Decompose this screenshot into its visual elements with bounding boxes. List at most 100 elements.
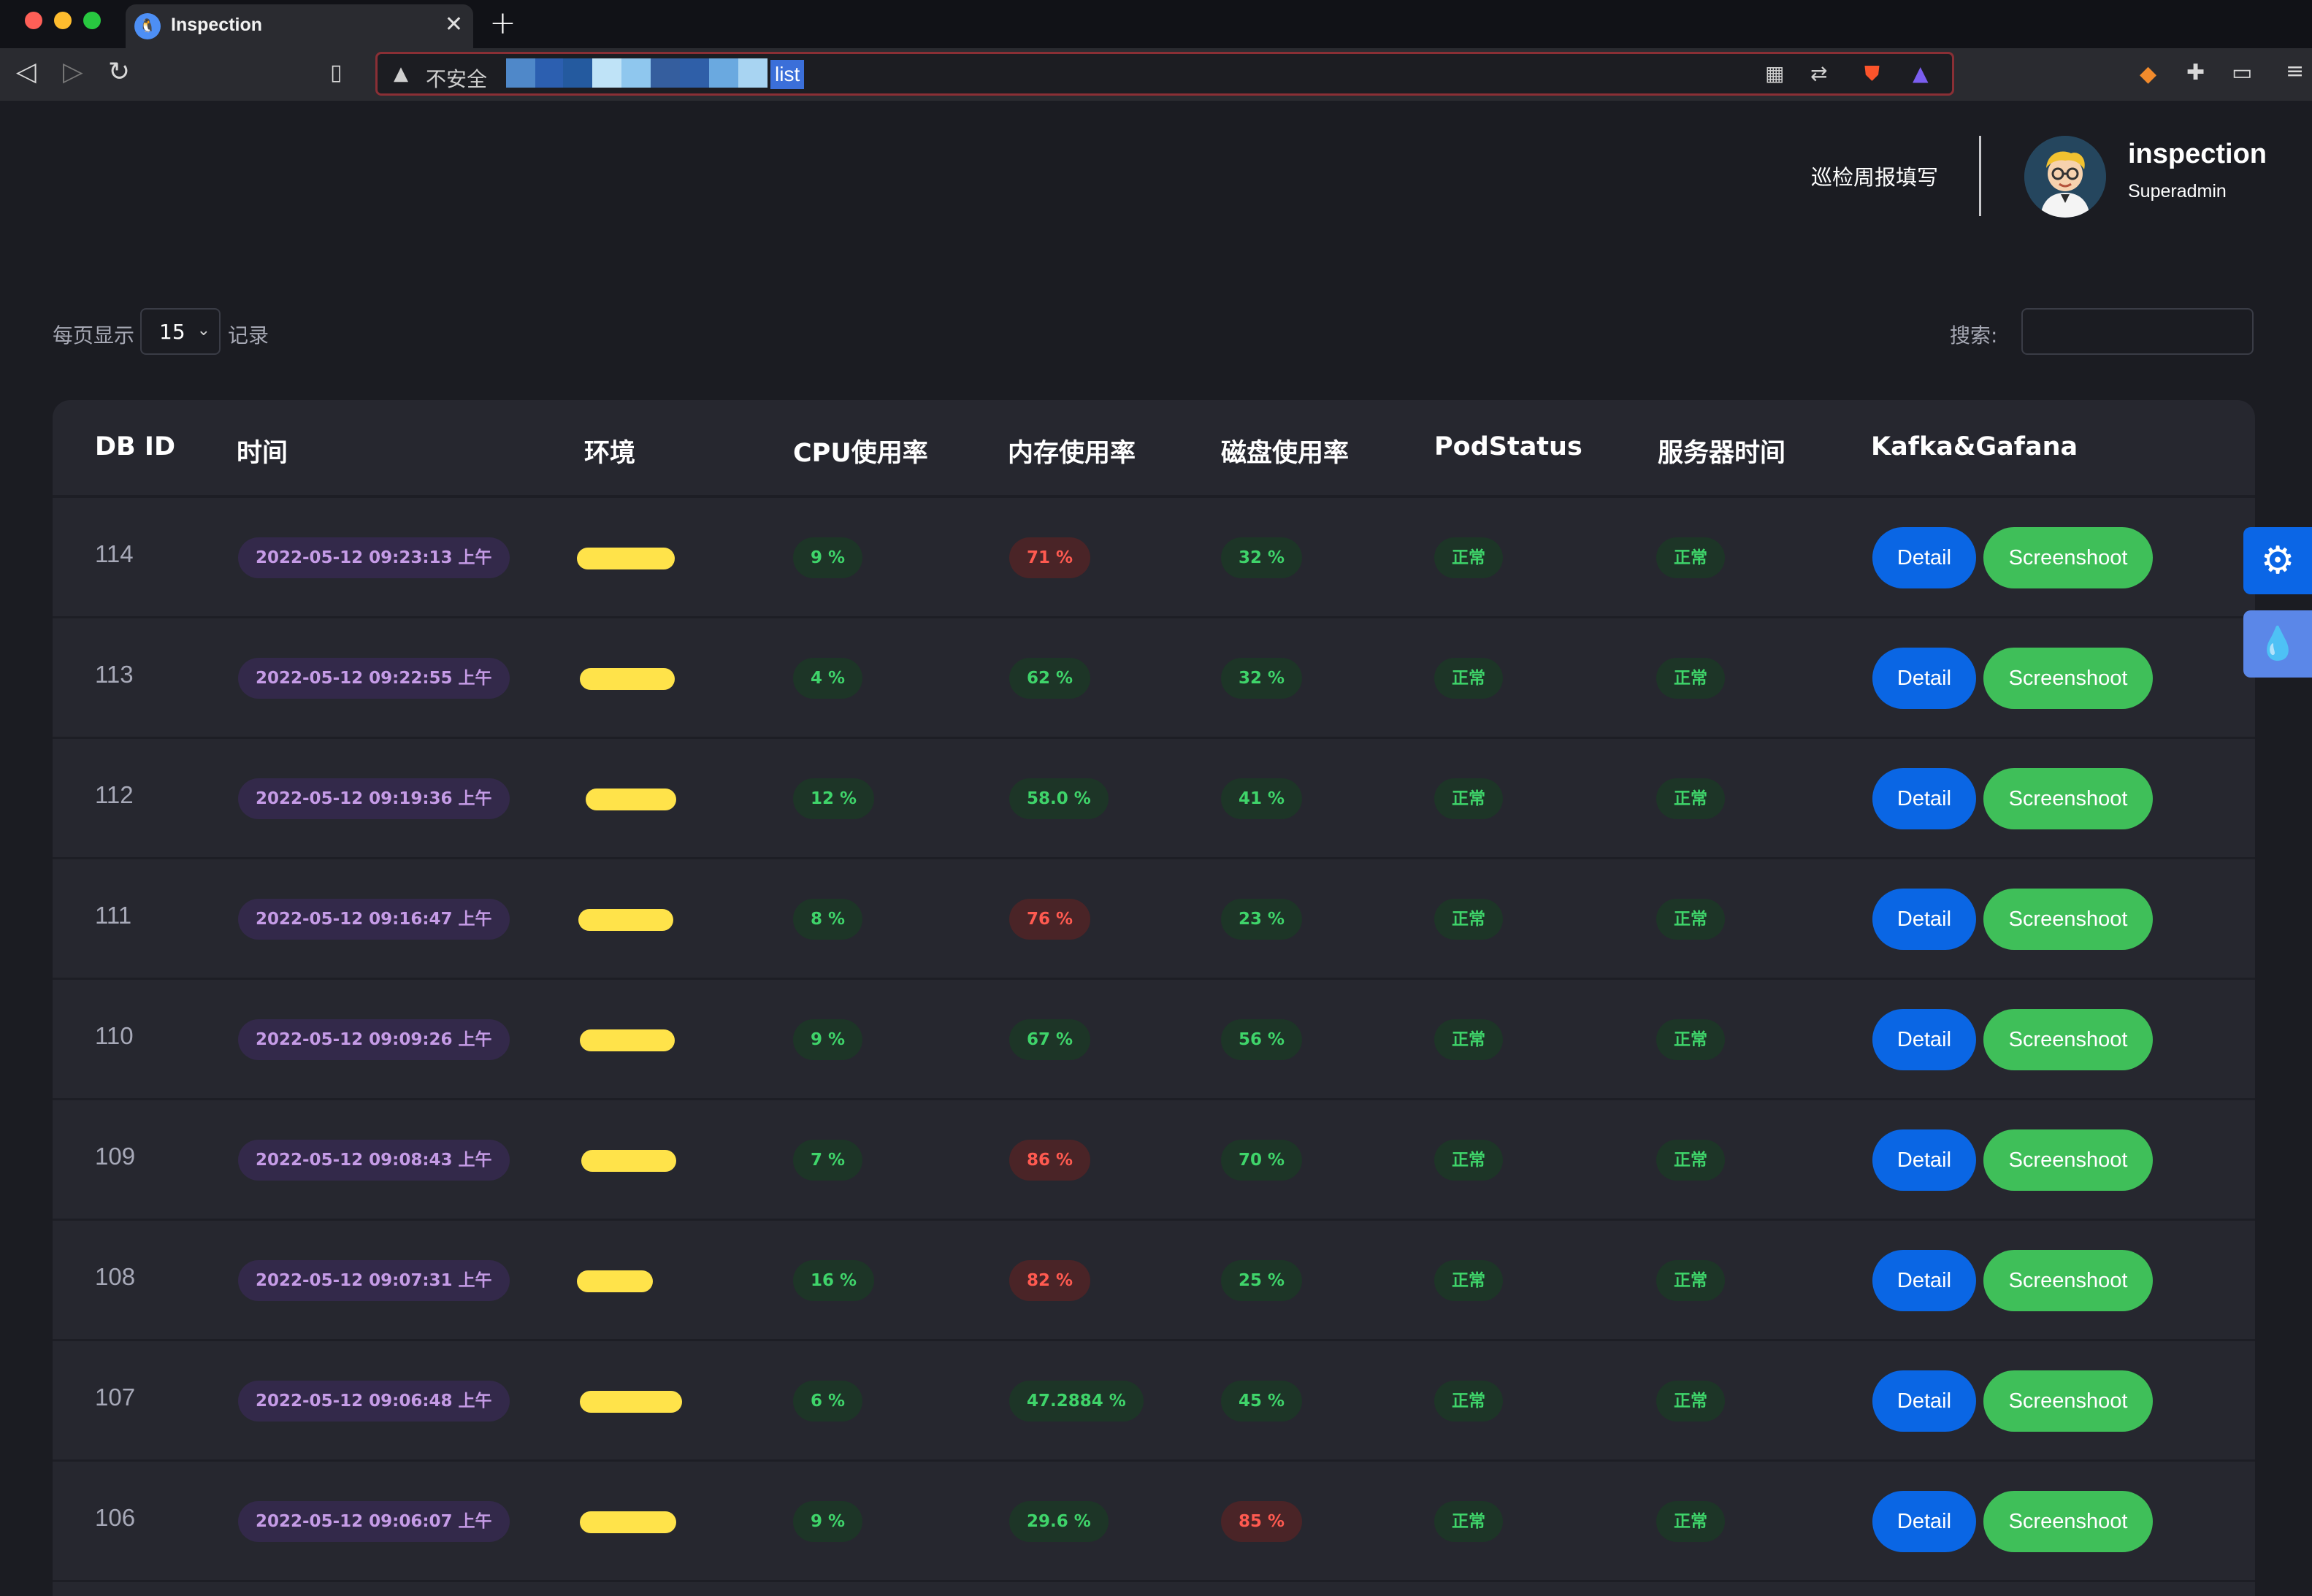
- back-icon[interactable]: ◁: [16, 57, 37, 87]
- detail-button[interactable]: Detail: [1872, 768, 1976, 829]
- cell-db-id: 109: [95, 1143, 136, 1170]
- gear-icon[interactable]: ⚙: [2243, 527, 2312, 594]
- browser-tab-bar: 🐧 Inspection ✕ +: [0, 0, 2312, 48]
- cell-cpu-badge: 4 %: [793, 658, 863, 699]
- detail-button[interactable]: Detail: [1872, 648, 1976, 709]
- screenshot-button[interactable]: Screenshoot: [1983, 527, 2153, 588]
- env-redaction: [586, 789, 676, 810]
- url-redaction: [506, 58, 535, 88]
- cell-cpu-badge: 9 %: [793, 1019, 863, 1060]
- table-header: DB ID 时间 环境 CPU使用率 内存使用率 磁盘使用率 PodStatus…: [53, 400, 2255, 498]
- tab-close-icon[interactable]: ✕: [445, 12, 463, 37]
- cell-db-id: 114: [95, 540, 134, 567]
- window-close-button[interactable]: [25, 12, 42, 29]
- detail-button[interactable]: Detail: [1872, 527, 1976, 588]
- column-header-disk[interactable]: 磁盘使用率: [1221, 432, 1349, 469]
- table-row: 108 2022-05-12 09:07:31 上午 16 % 82 % 25 % 正常 正…: [53, 1221, 2255, 1341]
- screenshot-button[interactable]: Screenshoot: [1983, 1129, 2153, 1191]
- wallet-icon[interactable]: ▭: [2232, 60, 2252, 85]
- cell-time-badge: 2022-05-12 09:08:43 上午: [238, 1140, 510, 1181]
- search-input[interactable]: [2021, 308, 2254, 355]
- page-length-select[interactable]: 15 ⌄: [140, 308, 221, 355]
- screenshot-button[interactable]: Screenshoot: [1983, 768, 2153, 829]
- cell-memory-badge: 67 %: [1009, 1019, 1091, 1060]
- detail-button[interactable]: Detail: [1872, 1370, 1976, 1432]
- detail-button[interactable]: Detail: [1872, 889, 1976, 950]
- table-row: 114 2022-05-12 09:23:13 上午 9 % 71 % 32 % 正常 正常…: [53, 498, 2255, 618]
- screenshot-button[interactable]: Screenshoot: [1983, 1009, 2153, 1070]
- cell-db-id: 107: [95, 1384, 136, 1411]
- env-redaction: [580, 1511, 676, 1533]
- security-status: 不安全: [426, 67, 488, 91]
- brave-shield-icon[interactable]: ⛊: [1864, 61, 1880, 86]
- screenshot-button[interactable]: Screenshoot: [1983, 1250, 2153, 1311]
- cell-server-time-badge: 正常: [1656, 778, 1725, 819]
- cell-db-id: 113: [95, 661, 134, 688]
- cell-server-time-badge: 正常: [1656, 1140, 1725, 1181]
- metamask-icon[interactable]: ◆: [2140, 61, 2156, 87]
- menu-icon[interactable]: ≡: [2286, 58, 2304, 84]
- cell-cpu-badge: 9 %: [793, 1501, 863, 1542]
- cell-time-badge: 2022-05-12 09:09:26 上午: [238, 1019, 510, 1060]
- cell-time-badge: 2022-05-12 09:06:07 上午: [238, 1501, 510, 1542]
- window-minimize-button[interactable]: [54, 12, 72, 29]
- reload-icon[interactable]: ↻: [108, 57, 130, 87]
- cell-disk-badge: 56 %: [1221, 1019, 1303, 1060]
- avatar[interactable]: [2024, 136, 2106, 218]
- detail-button[interactable]: Detail: [1872, 1250, 1976, 1311]
- screenshot-button[interactable]: Screenshoot: [1983, 1370, 2153, 1432]
- cell-podstatus-badge: 正常: [1434, 1019, 1503, 1060]
- env-redaction: [580, 668, 675, 690]
- column-header-db-id[interactable]: DB ID: [95, 432, 175, 461]
- cell-cpu-badge: 8 %: [793, 899, 863, 940]
- cell-disk-badge: 85 %: [1221, 1501, 1303, 1542]
- weekly-report-link[interactable]: 巡检周报填写: [1811, 161, 1938, 191]
- env-redaction: [578, 909, 673, 931]
- cell-disk-badge: 32 %: [1221, 537, 1303, 578]
- address-bar[interactable]: ▲ 不安全 list ▦ ⇄ ⛊ ▲: [375, 52, 1954, 96]
- column-header-memory[interactable]: 内存使用率: [1008, 432, 1136, 469]
- column-header-cpu[interactable]: CPU使用率: [793, 432, 928, 469]
- detail-button[interactable]: Detail: [1872, 1491, 1976, 1552]
- env-redaction: [580, 1391, 682, 1413]
- qr-code-icon[interactable]: ▦: [1765, 61, 1784, 85]
- url-redaction: [651, 58, 680, 88]
- bookmark-icon[interactable]: ▯: [330, 60, 342, 85]
- cell-podstatus-badge: 正常: [1434, 1381, 1503, 1422]
- detail-button[interactable]: Detail: [1872, 1009, 1976, 1070]
- cell-server-time-badge: 正常: [1656, 1019, 1725, 1060]
- cell-cpu-badge: 6 %: [793, 1381, 863, 1422]
- screenshot-button[interactable]: Screenshoot: [1983, 889, 2153, 950]
- cell-memory-badge: 47.2884 %: [1009, 1381, 1144, 1422]
- browser-tab[interactable]: 🐧 Inspection ✕: [126, 4, 473, 48]
- detail-button[interactable]: Detail: [1872, 1129, 1976, 1191]
- column-header-server-time[interactable]: 服务器时间: [1658, 432, 1785, 469]
- screenshot-button[interactable]: Screenshoot: [1983, 1491, 2153, 1552]
- table-row: 111 2022-05-12 09:16:47 上午 8 % 76 % 23 % 正常 正常…: [53, 859, 2255, 980]
- cell-disk-badge: 23 %: [1221, 899, 1303, 940]
- cell-cpu-badge: 7 %: [793, 1140, 863, 1181]
- translate-icon[interactable]: ⇄: [1810, 61, 1827, 85]
- extensions-icon[interactable]: ✚: [2186, 60, 2205, 85]
- column-header-kafka-grafana[interactable]: Kafka&Gafana: [1871, 432, 2078, 461]
- droplet-icon[interactable]: 💧: [2243, 610, 2312, 678]
- forward-icon[interactable]: ▷: [63, 57, 83, 87]
- url-redaction: [709, 58, 738, 88]
- url-text[interactable]: list: [770, 60, 805, 89]
- page-length-suffix: 记录: [228, 323, 269, 348]
- column-header-podstatus[interactable]: PodStatus: [1434, 432, 1582, 461]
- cell-memory-badge: 82 %: [1009, 1260, 1091, 1301]
- window-zoom-button[interactable]: [83, 12, 101, 29]
- cell-cpu-badge: 12 %: [793, 778, 875, 819]
- cell-podstatus-badge: 正常: [1434, 537, 1503, 578]
- brave-rewards-icon[interactable]: ▲: [1913, 61, 1929, 85]
- cell-memory-badge: 71 %: [1009, 537, 1091, 578]
- user-name: inspection: [2128, 139, 2267, 169]
- column-header-time[interactable]: 时间: [237, 432, 288, 469]
- column-header-env[interactable]: 环境: [584, 432, 635, 469]
- new-tab-icon[interactable]: +: [489, 4, 516, 42]
- screenshot-button[interactable]: Screenshoot: [1983, 648, 2153, 709]
- tab-title: Inspection: [171, 15, 263, 35]
- cell-podstatus-badge: 正常: [1434, 1140, 1503, 1181]
- penguin-icon: 🐧: [134, 13, 161, 39]
